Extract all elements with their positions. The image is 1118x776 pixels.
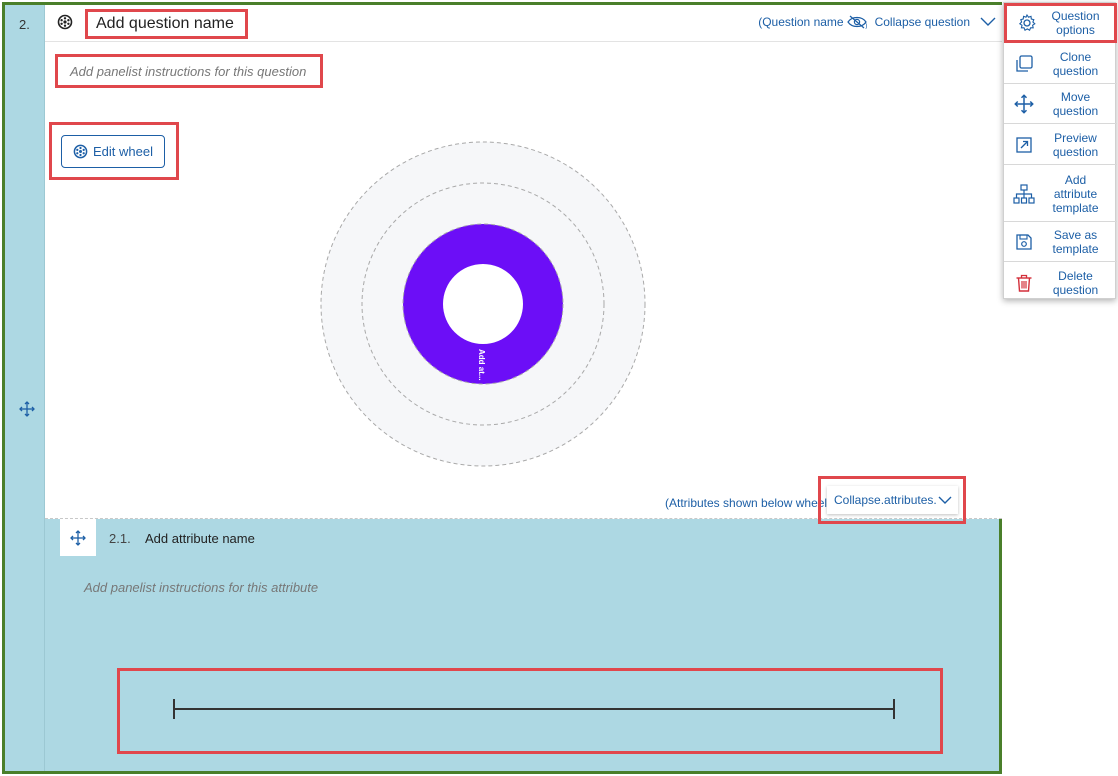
eye-off-icon: ) bbox=[846, 15, 867, 29]
collapse-attributes-highlight: Collapse.attributes. bbox=[818, 476, 966, 524]
question-header-actions: (Question name ) Collapse question bbox=[758, 15, 996, 29]
line-scale[interactable] bbox=[120, 671, 940, 751]
edit-wheel-highlight: Edit wheel bbox=[49, 122, 179, 180]
attribute-move-handle[interactable] bbox=[60, 519, 96, 556]
menu-item-add-attribute-template[interactable]: Add attribute template bbox=[1004, 166, 1117, 222]
header-divider bbox=[45, 41, 1002, 42]
question-name-toggle[interactable]: (Question name ) bbox=[758, 15, 866, 29]
menu-item-question-options[interactable]: Question options bbox=[1004, 3, 1117, 43]
question-number: 2. bbox=[19, 17, 30, 32]
chevron-down-icon bbox=[980, 17, 996, 26]
collapse-attributes-button[interactable]: Collapse.attributes. bbox=[827, 486, 958, 514]
left-rail: 2. bbox=[5, 5, 45, 771]
menu-item-save-as-template[interactable]: Save as template bbox=[1004, 222, 1117, 262]
menu-item-preview-question[interactable]: Preview question bbox=[1004, 125, 1117, 165]
aroma-wheel: Add at... bbox=[320, 141, 646, 467]
question-name-text: Add question name bbox=[96, 15, 234, 32]
trash-icon bbox=[1016, 274, 1032, 292]
menu-item-move-question[interactable]: Move question bbox=[1004, 84, 1117, 124]
hierarchy-icon bbox=[1013, 183, 1035, 204]
question-panel: Add question name (Question name ) Colla… bbox=[45, 5, 1002, 519]
collapse-question-button[interactable]: Collapse question bbox=[875, 15, 996, 29]
menu-item-clone-question[interactable]: Clone question bbox=[1004, 44, 1117, 84]
question-actions-menu: Question options Clone question Move que… bbox=[1003, 2, 1117, 299]
wheel-center bbox=[443, 264, 523, 344]
move-icon bbox=[1014, 93, 1034, 114]
question-instructions-field[interactable]: Add panelist instructions for this quest… bbox=[55, 54, 323, 88]
question-name-field[interactable]: Add question name bbox=[85, 9, 248, 39]
move-icon[interactable] bbox=[19, 401, 35, 417]
attribute-number: 2.1. bbox=[109, 531, 131, 546]
attribute-name-field[interactable]: Add attribute name bbox=[145, 531, 255, 546]
svg-text:): ) bbox=[865, 23, 867, 29]
external-link-icon bbox=[1016, 136, 1032, 153]
edit-wheel-button[interactable]: Edit wheel bbox=[61, 135, 165, 168]
wheel-icon bbox=[73, 144, 88, 159]
save-icon bbox=[1016, 233, 1032, 250]
wheel-segment-label: Add at... bbox=[477, 349, 486, 381]
question-frame: 2. Add question name (Question name Coll… bbox=[2, 2, 1002, 774]
clone-icon bbox=[1016, 54, 1033, 72]
move-icon bbox=[70, 529, 86, 546]
line-scale-highlight bbox=[117, 668, 943, 754]
gear-icon bbox=[1018, 13, 1036, 31]
menu-item-delete-question[interactable]: Delete question bbox=[1004, 263, 1117, 303]
chevron-down-icon bbox=[938, 496, 952, 504]
wheel-icon bbox=[57, 14, 73, 30]
attribute-instructions-field[interactable]: Add panelist instructions for this attri… bbox=[84, 580, 318, 595]
